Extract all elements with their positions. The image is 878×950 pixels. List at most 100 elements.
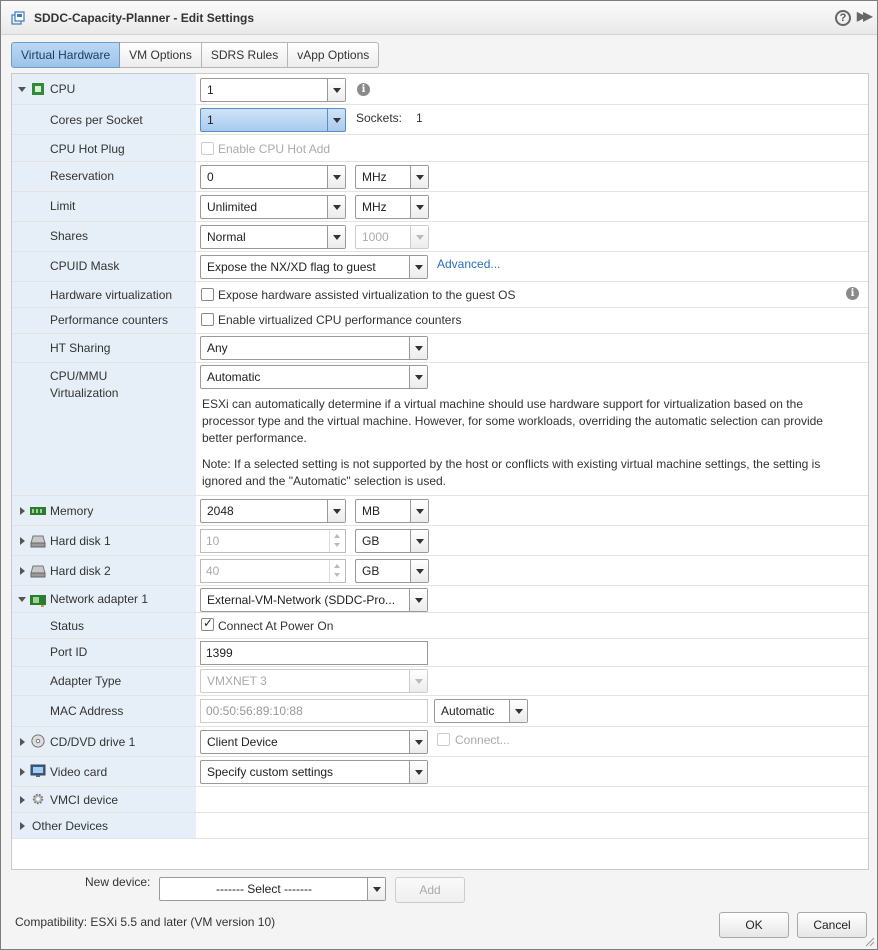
help-icon[interactable]: ? bbox=[835, 10, 851, 26]
compatibility-text: Compatibility: ESXi 5.5 and later (VM ve… bbox=[15, 915, 276, 929]
hard-disk-2-unit-select[interactable]: GB bbox=[355, 559, 429, 583]
dropdown-arrow-icon bbox=[327, 196, 345, 218]
adapter-type-select[interactable]: VMXNET 3 bbox=[200, 669, 428, 693]
hard-disk-2-size-input[interactable]: 40 bbox=[200, 559, 346, 583]
cancel-button[interactable]: Cancel bbox=[797, 912, 867, 938]
dropdown-arrow-icon bbox=[327, 79, 345, 101]
shares-label: Shares bbox=[50, 229, 89, 243]
cd-dvd-select[interactable]: Client Device bbox=[200, 730, 428, 754]
hard-disk-icon bbox=[30, 565, 46, 578]
dropdown-arrow-icon bbox=[409, 670, 427, 692]
expand-arrow-icon[interactable] bbox=[20, 822, 25, 830]
connect-at-power-on-checkbox[interactable] bbox=[201, 616, 214, 631]
cpu-mmu-description: ESXi can automatically determine if a vi… bbox=[202, 397, 823, 445]
hard-disk-1-size-input[interactable]: 10 bbox=[200, 529, 346, 553]
cpu-mmu-select[interactable]: Automatic bbox=[200, 365, 428, 389]
mac-address-input[interactable]: 00:50:56:89:10:88 bbox=[200, 699, 428, 723]
hard-disk-1-unit-select[interactable]: GB bbox=[355, 529, 429, 553]
tab-virtual-hardware[interactable]: Virtual Hardware bbox=[11, 42, 121, 68]
dropdown-arrow-icon bbox=[327, 500, 345, 522]
video-card-select[interactable]: Specify custom settings bbox=[200, 760, 428, 784]
connect-text: Connect... bbox=[455, 733, 510, 747]
tab-sdrs-rules[interactable]: SDRS Rules bbox=[201, 42, 289, 68]
cpuid-mask-select[interactable]: Expose the NX/XD flag to guest bbox=[200, 255, 428, 279]
limit-unit-select[interactable]: MHz bbox=[355, 195, 429, 219]
expand-icon[interactable]: ▶▶ bbox=[857, 9, 873, 23]
dropdown-arrow-icon bbox=[410, 166, 428, 188]
cores-per-socket-row: Cores per Socket 1 Sockets: 1 bbox=[12, 105, 868, 135]
port-id-input[interactable]: 1399 bbox=[200, 641, 428, 665]
virtual-machine-icon bbox=[11, 11, 25, 25]
network-select[interactable]: External-VM-Network (SDDC-Pro... bbox=[200, 588, 428, 612]
port-id-value: 1399 bbox=[206, 646, 233, 660]
shares-value: Normal bbox=[207, 230, 246, 244]
resize-grip-icon[interactable] bbox=[863, 935, 875, 947]
cores-per-socket-label: Cores per Socket bbox=[50, 113, 143, 127]
mac-mode-value: Automatic bbox=[441, 704, 495, 718]
spinner-arrows-icon[interactable] bbox=[329, 530, 345, 552]
spinner-arrows-icon[interactable] bbox=[329, 560, 345, 582]
ok-button[interactable]: OK bbox=[719, 912, 789, 938]
reservation-unit-select[interactable]: MHz bbox=[355, 165, 429, 189]
video-card-icon bbox=[30, 764, 46, 777]
network-adapter-icon bbox=[30, 595, 46, 607]
collapse-arrow-icon[interactable] bbox=[18, 87, 26, 92]
dropdown-arrow-icon bbox=[409, 337, 427, 359]
memory-label: Memory bbox=[50, 504, 94, 518]
expand-arrow-icon[interactable] bbox=[20, 537, 25, 545]
cpu-row: CPU 1 i bbox=[12, 74, 868, 105]
cpu-hot-plug-row: CPU Hot Plug Enable CPU Hot Add bbox=[12, 135, 868, 162]
new-device-select[interactable]: ------- Select ------- bbox=[159, 877, 386, 901]
cpu-mmu-label-line2: Virtualization bbox=[50, 386, 119, 400]
reservation-value: 0 bbox=[207, 170, 214, 184]
expand-arrow-icon[interactable] bbox=[20, 507, 25, 515]
performance-counters-label: Performance counters bbox=[50, 313, 169, 327]
info-icon[interactable]: i bbox=[357, 83, 370, 96]
cd-dvd-label: CD/DVD drive 1 bbox=[50, 735, 136, 749]
expand-arrow-icon[interactable] bbox=[20, 738, 25, 746]
connect-checkbox[interactable] bbox=[437, 733, 450, 746]
tab-vm-options[interactable]: VM Options bbox=[120, 42, 202, 68]
cpu-label: CPU bbox=[50, 82, 76, 96]
network-adapter-label: Network adapter 1 bbox=[50, 592, 149, 606]
enable-cpu-hot-add-checkbox[interactable] bbox=[201, 142, 214, 155]
performance-counters-checkbox[interactable] bbox=[201, 313, 214, 326]
network-status-row: Status Connect At Power On bbox=[12, 613, 868, 639]
dropdown-arrow-icon bbox=[409, 256, 427, 278]
shares-amount-value: 1000 bbox=[362, 230, 389, 244]
shares-amount-input[interactable]: 1000 bbox=[355, 225, 429, 249]
cpuid-mask-row: CPUID Mask Expose the NX/XD flag to gues… bbox=[12, 252, 868, 282]
cpu-count-select[interactable]: 1 bbox=[200, 78, 346, 102]
dropdown-arrow-icon bbox=[410, 196, 428, 218]
hardware-virtualization-checkbox[interactable] bbox=[201, 288, 214, 301]
hard-disk-2-unit-value: GB bbox=[362, 564, 380, 578]
limit-label: Limit bbox=[50, 199, 76, 213]
mac-mode-select[interactable]: Automatic bbox=[434, 699, 528, 723]
limit-input[interactable]: Unlimited bbox=[200, 195, 346, 219]
expand-arrow-icon[interactable] bbox=[20, 768, 25, 776]
cpu-mmu-label-line1: CPU/MMU bbox=[50, 369, 108, 383]
cores-per-socket-select[interactable]: 1 bbox=[200, 108, 346, 132]
add-button[interactable]: Add bbox=[395, 877, 465, 903]
expand-arrow-icon[interactable] bbox=[20, 796, 25, 804]
dropdown-arrow-icon bbox=[327, 226, 345, 248]
edit-settings-dialog: SDDC-Capacity-Planner - Edit Settings ? … bbox=[0, 0, 878, 950]
expand-arrow-icon[interactable] bbox=[20, 567, 25, 575]
ht-sharing-select[interactable]: Any bbox=[200, 336, 428, 360]
memory-input[interactable]: 2048 bbox=[200, 499, 346, 523]
memory-icon bbox=[30, 507, 46, 515]
new-device-label: New device: bbox=[85, 875, 151, 889]
shares-select[interactable]: Normal bbox=[200, 225, 346, 249]
tab-vapp-options[interactable]: vApp Options bbox=[288, 42, 380, 68]
mac-address-row: MAC Address 00:50:56:89:10:88 Automatic bbox=[12, 696, 868, 727]
mac-address-value: 00:50:56:89:10:88 bbox=[206, 704, 303, 718]
collapse-arrow-icon[interactable] bbox=[18, 597, 26, 602]
reservation-input[interactable]: 0 bbox=[200, 165, 346, 189]
info-icon[interactable]: i bbox=[846, 287, 859, 300]
dropdown-arrow-icon bbox=[367, 878, 385, 900]
ht-sharing-row: HT Sharing Any bbox=[12, 334, 868, 363]
memory-unit-select[interactable]: MB bbox=[355, 499, 429, 523]
dropdown-arrow-icon bbox=[409, 761, 427, 783]
advanced-link[interactable]: Advanced... bbox=[437, 257, 500, 271]
virtual-hardware-panel: CPU 1 i Cores per Socket 1 Sockets: 1 CP… bbox=[11, 73, 869, 870]
